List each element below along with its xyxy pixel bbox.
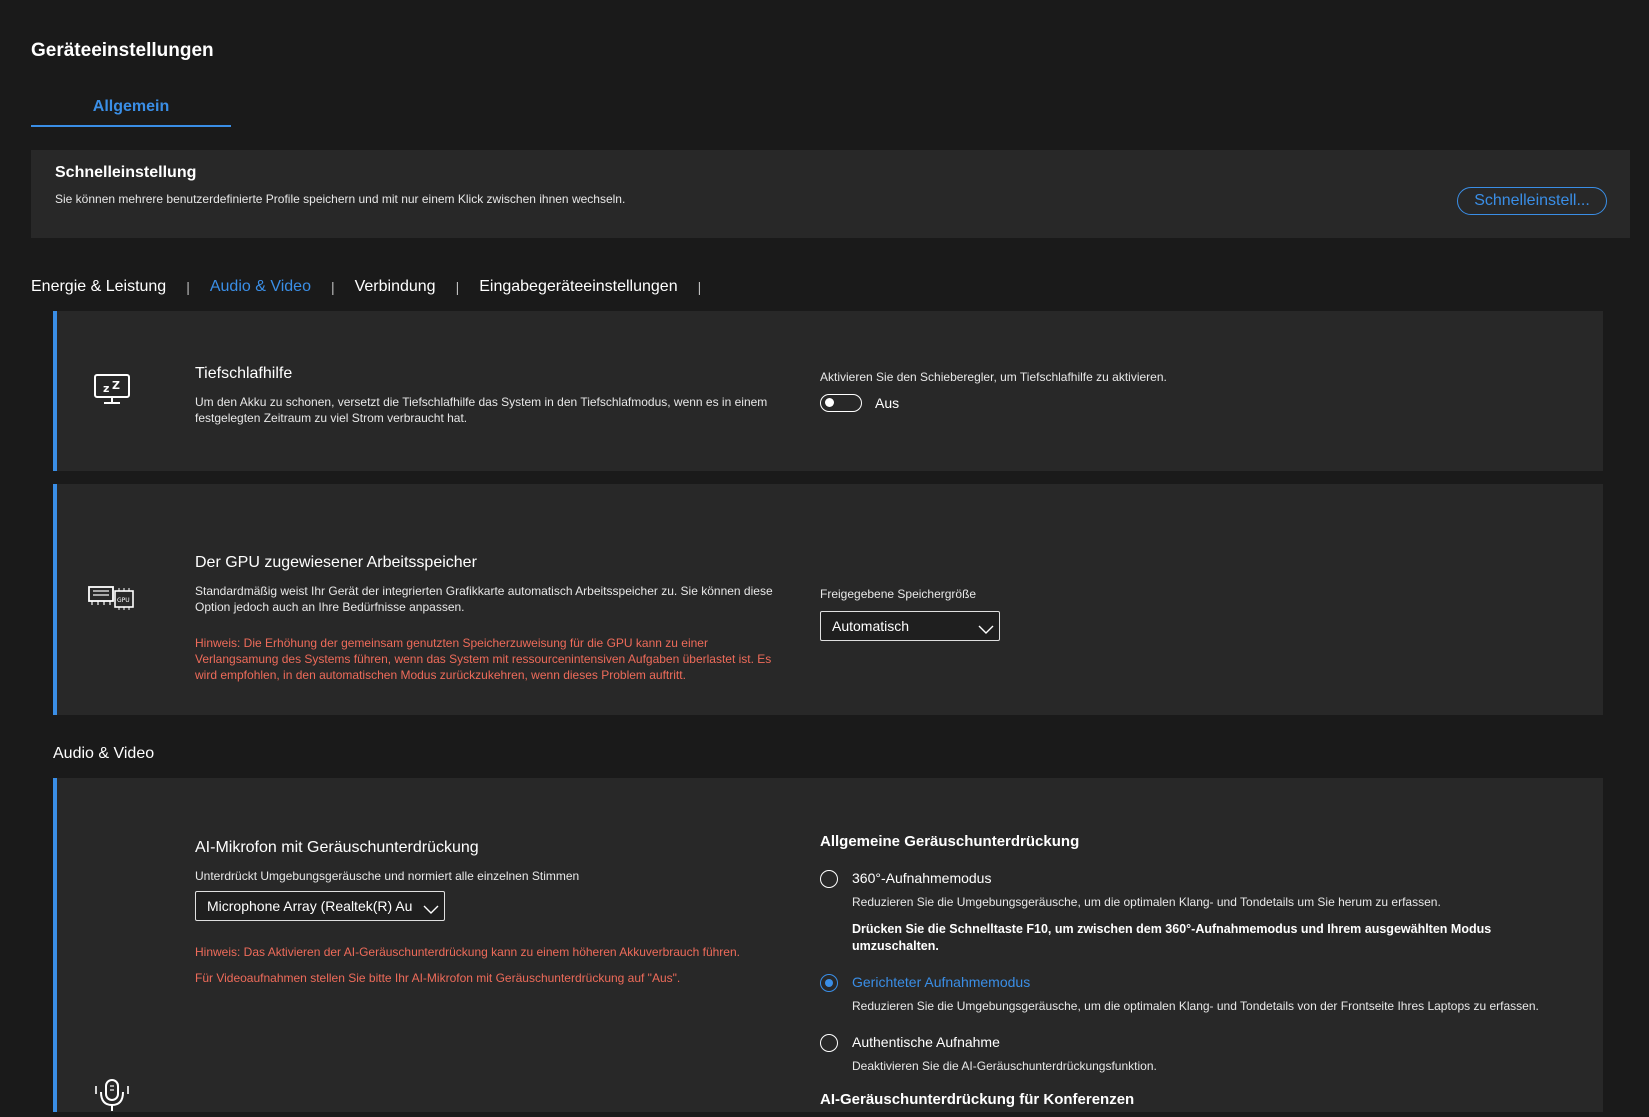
- hibernation-toggle[interactable]: [820, 394, 862, 412]
- tab-label: Allgemein: [92, 98, 170, 115]
- quick-settings-card: Schnelleinstellung Sie können mehrere be…: [31, 150, 1630, 238]
- microphone-select[interactable]: Microphone Array (Realtek(R) Audio): [195, 891, 445, 921]
- category-input-devices[interactable]: Eingabegeräteeinstellungen: [479, 278, 677, 296]
- hibernation-toggle-state: Aus: [875, 395, 900, 411]
- shared-memory-select[interactable]: Automatisch: [820, 611, 1000, 641]
- radio-desc-directional-mode: Reduzieren Sie die Umgebungsgeräusche, u…: [852, 999, 1539, 1013]
- radio-desc-authentic-recording: Deaktivieren Sie die AI-Geräuschunterdrü…: [852, 1059, 1157, 1073]
- radio-360-mode[interactable]: [820, 870, 838, 888]
- radio-label-360-mode[interactable]: 360°-Aufnahmemodus: [852, 870, 991, 886]
- gpu-memory-warning: Hinweis: Die Erhöhung der gemeinsam genu…: [195, 636, 772, 682]
- select-value: Automatisch: [832, 618, 910, 634]
- chevron-down-icon: [423, 898, 439, 920]
- svg-text:z: z: [103, 382, 109, 395]
- nav-separator: |: [330, 279, 335, 295]
- ai-mic-card: AI-Mikrofon mit Geräuschunterdrückung Un…: [53, 778, 1603, 1112]
- shared-memory-label: Freigegebene Speichergröße: [820, 587, 977, 601]
- microphone-icon: [93, 1078, 131, 1117]
- radio-label-directional-mode[interactable]: Gerichteter Aufnahmemodus: [852, 974, 1030, 990]
- hibernation-control-label: Aktivieren Sie den Schieberegler, um Tie…: [820, 370, 1167, 384]
- ai-mic-warning-video: Für Videoaufnahmen stellen Sie bitte Ihr…: [195, 971, 681, 985]
- nav-separator: |: [186, 279, 190, 295]
- ai-mic-title: AI-Mikrofon mit Geräuschunterdrückung: [195, 839, 479, 856]
- svg-text:Z: Z: [112, 379, 120, 392]
- svg-text:GPU: GPU: [117, 597, 130, 604]
- hibernation-card: z Z Tiefschlafhilfe Um den Akku zu schon…: [53, 311, 1603, 471]
- monitor-sleep-icon: z Z: [93, 373, 131, 410]
- category-audio-video[interactable]: Audio & Video: [210, 278, 311, 296]
- tab-allgemein[interactable]: Allgemein: [31, 95, 231, 127]
- ai-mic-warning-battery: Hinweis: Das Aktivieren der AI-Geräuschu…: [195, 945, 740, 959]
- toggle-knob: [825, 398, 834, 407]
- category-connection[interactable]: Verbindung: [355, 278, 436, 296]
- hibernation-description: Um den Akku zu schonen, versetzt die Tie…: [195, 395, 768, 425]
- category-energy[interactable]: Energie & Leistung: [31, 278, 166, 296]
- gpu-memory-card: GPU Der GPU zugewiesener Arbeitsspeicher…: [53, 484, 1603, 715]
- page-title: Geräteeinstellungen: [31, 40, 214, 61]
- category-nav: Energie & Leistung | Audio & Video | Ver…: [31, 278, 721, 296]
- hotkey-note: Drücken Sie die Schnelltaste F10, um zwi…: [852, 922, 1492, 953]
- ai-mic-description: Unterdrückt Umgebungsgeräusche und normi…: [195, 869, 580, 883]
- nav-separator: |: [455, 279, 460, 295]
- gpu-memory-icon: GPU: [87, 583, 137, 618]
- quick-settings-button[interactable]: Schnelleinstell...: [1457, 187, 1607, 215]
- quick-settings-description: Sie können mehrere benutzerdefinierte Pr…: [55, 192, 626, 206]
- radio-desc-360-mode: Reduzieren Sie die Umgebungsgeräusche, u…: [852, 895, 1441, 909]
- chevron-down-icon: [978, 618, 994, 640]
- hibernation-title: Tiefschlafhilfe: [195, 365, 293, 382]
- noise-reduction-title: Allgemeine Geräuschunterdrückung: [820, 833, 1080, 850]
- quick-settings-title: Schnelleinstellung: [55, 164, 197, 181]
- nav-separator: |: [697, 279, 702, 295]
- radio-directional-mode[interactable]: [820, 974, 838, 992]
- gpu-memory-description: Standardmäßig weist Ihr Gerät der integr…: [195, 584, 773, 614]
- radio-authentic-recording[interactable]: [820, 1034, 838, 1052]
- radio-label-authentic-recording[interactable]: Authentische Aufnahme: [852, 1034, 1000, 1050]
- select-value: Microphone Array (Realtek(R) Audio): [207, 898, 413, 914]
- conference-noise-title: AI-Geräuschunterdrückung für Konferenzen: [820, 1091, 1135, 1108]
- gpu-memory-title: Der GPU zugewiesener Arbeitsspeicher: [195, 554, 477, 571]
- section-title-audio-video: Audio & Video: [53, 745, 155, 762]
